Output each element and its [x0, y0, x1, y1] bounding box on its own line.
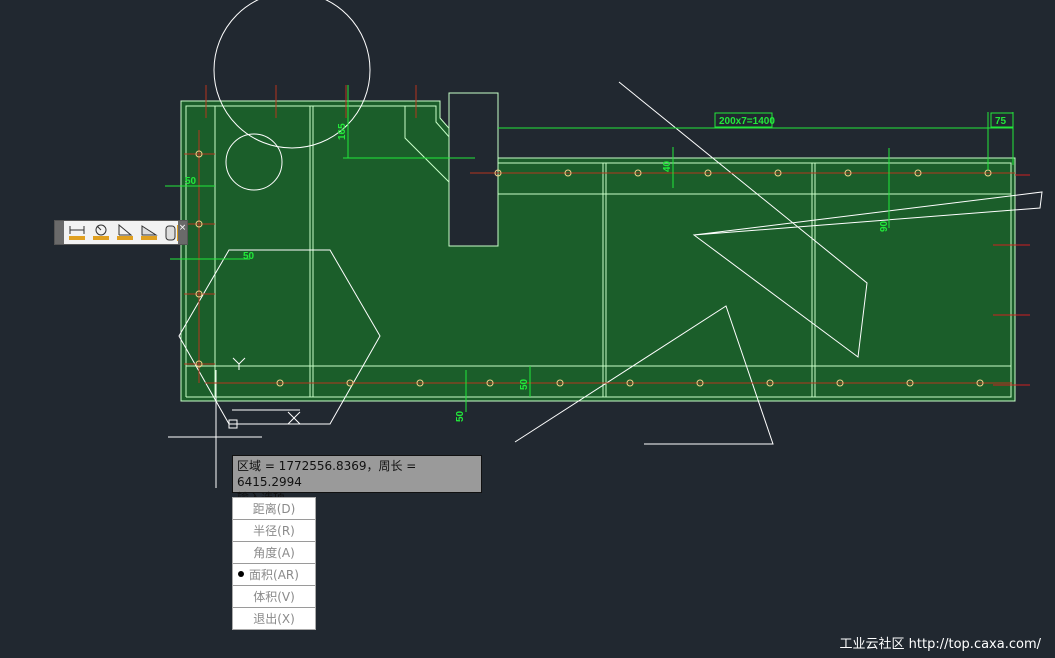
plate-region [180, 100, 1016, 402]
menu-item-area[interactable]: 面积(AR) [233, 564, 315, 586]
dim-right-height: 90 [879, 220, 890, 232]
dim-right-end: 75 [995, 116, 1007, 127]
angle-button[interactable] [114, 223, 136, 243]
menu-item-angle[interactable]: 角度(A) [233, 542, 315, 564]
measure-toolbar: × [55, 221, 187, 244]
menu-item-radius[interactable]: 半径(R) [233, 520, 315, 542]
dim-top-spacing: 200x7=1400 [719, 116, 775, 127]
radius-button[interactable] [90, 223, 112, 243]
menu-item-label: 半径(R) [253, 524, 295, 538]
menu-item-label: 体积(V) [253, 590, 295, 604]
angle-icon [117, 223, 133, 240]
area-icon [141, 224, 158, 240]
measure-tooltip: 区域 = 1772556.8369，周长 = 6415.2994 输入选项 [232, 455, 482, 505]
measure-result: 区域 = 1772556.8369，周长 = 6415.2994 [237, 459, 417, 489]
menu-item-label: 退出(X) [253, 612, 295, 626]
menu-item-distance[interactable]: 距离(D) [233, 498, 315, 520]
drawing-area[interactable]: 200x7=1400 75 50 50 165 40 90 50 50 [0, 0, 1055, 658]
menu-item-label: 角度(A) [253, 546, 295, 560]
distance-button[interactable] [66, 223, 88, 243]
menu-item-volume[interactable]: 体积(V) [233, 586, 315, 608]
dim-bottom-offset-b: 50 [519, 378, 530, 390]
dim-left-hex: 50 [243, 251, 255, 262]
toolbar-grip[interactable] [55, 221, 64, 244]
distance-icon [69, 225, 85, 240]
toolbar-close-button[interactable]: × [178, 221, 187, 244]
dim-left-edge: 50 [185, 176, 197, 187]
menu-item-exit[interactable]: 退出(X) [233, 608, 315, 629]
dim-bottom-offset-a: 50 [455, 410, 466, 422]
selected-bullet-icon [238, 571, 244, 577]
area-button[interactable] [138, 223, 160, 243]
cad-canvas[interactable]: 200x7=1400 75 50 50 165 40 90 50 50 × 区域… [0, 0, 1055, 658]
menu-item-label: 面积(AR) [249, 568, 299, 582]
menu-item-label: 距离(D) [252, 502, 296, 516]
dim-top-offset: 40 [662, 160, 673, 172]
watermark: 工业云社区 http://top.caxa.com/ [839, 637, 1041, 652]
radius-icon [93, 224, 109, 240]
dim-notch-depth: 165 [337, 123, 348, 140]
options-menu: 距离(D) 半径(R) 角度(A) 面积(AR) 体积(V) 退出(X) [232, 497, 316, 630]
